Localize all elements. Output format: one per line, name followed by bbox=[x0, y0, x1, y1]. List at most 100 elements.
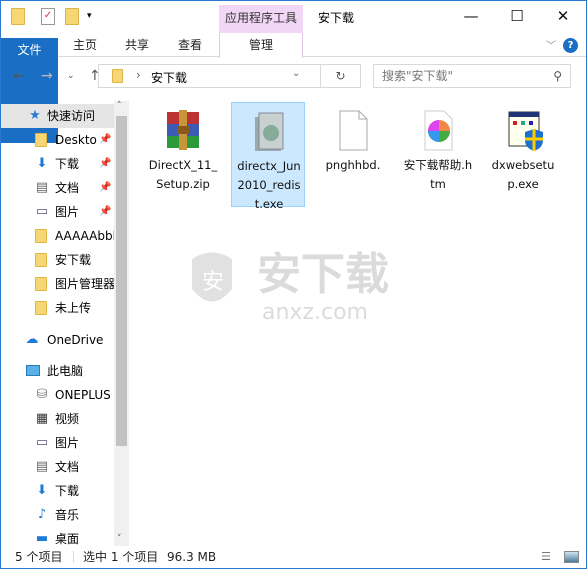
title-bar: ✓ ▾ 应用程序工具 安下载 — ☐ ✕ bbox=[1, 1, 586, 33]
folder-icon bbox=[112, 69, 123, 83]
scrollbar-thumb[interactable] bbox=[116, 116, 127, 446]
nav-item[interactable]: ⬇ 下载 bbox=[1, 479, 114, 503]
watermark-logo: 安 安下载 anxz.com bbox=[192, 249, 389, 324]
setup-shield-icon bbox=[503, 108, 543, 152]
nav-item[interactable]: ▤ 文档 bbox=[1, 455, 114, 479]
winrar-archive-icon bbox=[163, 108, 203, 152]
nav-label: 未上传 bbox=[55, 301, 92, 315]
download-icon: ⬇ bbox=[36, 483, 48, 498]
status-bar: 5 个项目 选中 1 个项目 96.3 MB ☰ bbox=[1, 546, 586, 568]
nav-label: Deskto bbox=[55, 133, 97, 147]
file-name: dxwebsetup.exe bbox=[491, 158, 555, 191]
ribbon-tabs: 文件 主页 共享 查看 管理 ﹀ ? bbox=[1, 33, 586, 143]
nav-item[interactable]: ⛁ ONEPLUS bbox=[1, 383, 114, 407]
close-button[interactable]: ✕ bbox=[540, 1, 586, 31]
folder-icon bbox=[35, 133, 47, 147]
file-item[interactable]: directx_Jun2010_redist.exe bbox=[231, 102, 305, 211]
maximize-button[interactable]: ☐ bbox=[494, 1, 540, 31]
file-name: 安下载帮助.htm bbox=[403, 158, 473, 191]
nav-label: ONEPLUS bbox=[55, 388, 111, 402]
scroll-up-icon[interactable]: ˄ bbox=[117, 101, 122, 111]
folder-icon bbox=[35, 229, 47, 243]
navigation-pane: ★ 快速访问 Deskto 📌 ⬇ 下载 📌 ▤ 文档 📌 ▭ 图片 📌 AAAAAbbl 安下载 图片管理… bbox=[1, 101, 129, 546]
nav-item[interactable]: AAAAAbbl bbox=[1, 224, 114, 248]
address-dropdown-icon[interactable]: ⌄ bbox=[292, 68, 300, 79]
folder-icon bbox=[35, 301, 47, 315]
document-icon: ▤ bbox=[35, 459, 49, 474]
pictures-icon: ▭ bbox=[35, 435, 49, 450]
details-view-icon[interactable]: ☰ bbox=[541, 546, 551, 568]
nav-item[interactable]: ▦ 视频 bbox=[1, 407, 114, 431]
address-input[interactable]: › 安下载 ⌄ bbox=[98, 64, 321, 88]
folder-icon bbox=[35, 253, 47, 267]
properties-icon[interactable]: ✓ bbox=[41, 8, 55, 25]
nav-item[interactable]: Deskto 📌 bbox=[1, 128, 114, 152]
pin-icon[interactable]: 📌 bbox=[99, 152, 111, 176]
nav-label: 安下载 bbox=[55, 253, 92, 267]
forward-button[interactable]: → bbox=[41, 68, 53, 84]
phone-drive-icon: ⛁ bbox=[36, 387, 48, 402]
scroll-down-icon[interactable]: ˅ bbox=[117, 534, 122, 544]
nav-label: OneDrive bbox=[47, 333, 104, 347]
file-item[interactable]: dxwebsetup.exe bbox=[486, 102, 560, 207]
file-item[interactable]: pnghhbd. bbox=[316, 102, 390, 207]
search-input[interactable]: 搜索"安下载" ⚲ bbox=[373, 64, 571, 88]
nav-item[interactable]: ⬇ 下载 📌 bbox=[1, 152, 114, 176]
new-folder-icon[interactable] bbox=[65, 8, 79, 25]
help-icon[interactable]: ? bbox=[563, 38, 578, 53]
file-name: directx_Jun2010_redist.exe bbox=[237, 159, 301, 211]
computer-icon bbox=[26, 365, 40, 376]
tab-home[interactable]: 主页 bbox=[63, 33, 107, 57]
cloud-icon: ☁ bbox=[25, 332, 39, 347]
tab-manage[interactable]: 管理 bbox=[219, 33, 303, 58]
video-icon: ▦ bbox=[35, 411, 49, 426]
file-item[interactable]: 安下载帮助.htm bbox=[401, 102, 475, 207]
browser-html-icon bbox=[418, 108, 458, 152]
document-icon: ▤ bbox=[35, 180, 49, 195]
recent-locations-button[interactable]: ⌄ bbox=[67, 71, 75, 81]
nav-label: 此电脑 bbox=[47, 364, 84, 378]
refresh-button[interactable]: ↻ bbox=[321, 64, 361, 88]
pin-icon[interactable]: 📌 bbox=[99, 128, 111, 152]
expand-ribbon-icon[interactable]: ﹀ bbox=[546, 37, 556, 52]
nav-item[interactable]: ▭ 图片 📌 bbox=[1, 200, 114, 224]
nav-label: 视频 bbox=[55, 412, 80, 426]
breadcrumb-chevron-icon: › bbox=[136, 68, 141, 82]
nav-label: AAAAAbbl bbox=[55, 229, 114, 243]
address-bar-row: ← → ⌄ ↑ › 安下载 ⌄ ↻ 搜索"安下载" ⚲ bbox=[1, 58, 586, 96]
nav-item[interactable]: 未上传 bbox=[1, 296, 114, 320]
selection-size: 96.3 MB bbox=[167, 550, 217, 564]
nav-label: 图片 bbox=[55, 436, 80, 450]
back-button[interactable]: ← bbox=[13, 68, 25, 84]
pin-icon[interactable]: 📌 bbox=[99, 200, 111, 224]
folder-icon bbox=[35, 277, 47, 291]
large-icons-view-icon[interactable] bbox=[564, 551, 579, 563]
nav-item[interactable]: 安下载 bbox=[1, 248, 114, 272]
tab-view[interactable]: 查看 bbox=[166, 33, 214, 57]
nav-item[interactable]: ▤ 文档 📌 bbox=[1, 176, 114, 200]
nav-label: 音乐 bbox=[55, 508, 80, 522]
svg-text:anxz.com: anxz.com bbox=[262, 300, 368, 324]
breadcrumb-current[interactable]: 安下载 bbox=[151, 69, 187, 86]
tab-share[interactable]: 共享 bbox=[113, 33, 161, 57]
customize-quick-access-icon[interactable]: ▾ bbox=[87, 8, 101, 25]
nav-scrollbar[interactable]: ˄ ˅ bbox=[114, 101, 129, 546]
search-icon: ⚲ bbox=[553, 69, 562, 83]
nav-quick-access[interactable]: ★ 快速访问 bbox=[1, 104, 114, 128]
search-placeholder: 搜索"安下载" bbox=[382, 69, 454, 83]
context-tab-header: 应用程序工具 bbox=[219, 5, 303, 33]
nav-item[interactable]: ♪ 音乐 bbox=[1, 503, 114, 527]
nav-item[interactable]: 图片管理器 bbox=[1, 272, 114, 296]
nav-label: 快速访问 bbox=[47, 109, 96, 123]
minimize-button[interactable]: — bbox=[448, 1, 494, 31]
nav-item[interactable]: ▬ 桌面 bbox=[1, 527, 114, 547]
nav-this-pc[interactable]: 此电脑 bbox=[1, 359, 114, 383]
file-item[interactable]: DirectX_11_Setup.zip bbox=[146, 102, 220, 207]
pictures-icon: ▭ bbox=[35, 204, 49, 219]
nav-label: 图片 bbox=[55, 205, 80, 219]
nav-item[interactable]: ▭ 图片 bbox=[1, 431, 114, 455]
blank-file-icon bbox=[333, 108, 373, 152]
pin-icon[interactable]: 📌 bbox=[99, 176, 111, 200]
installer-icon bbox=[249, 109, 289, 153]
nav-onedrive[interactable]: ☁ OneDrive bbox=[1, 328, 114, 352]
